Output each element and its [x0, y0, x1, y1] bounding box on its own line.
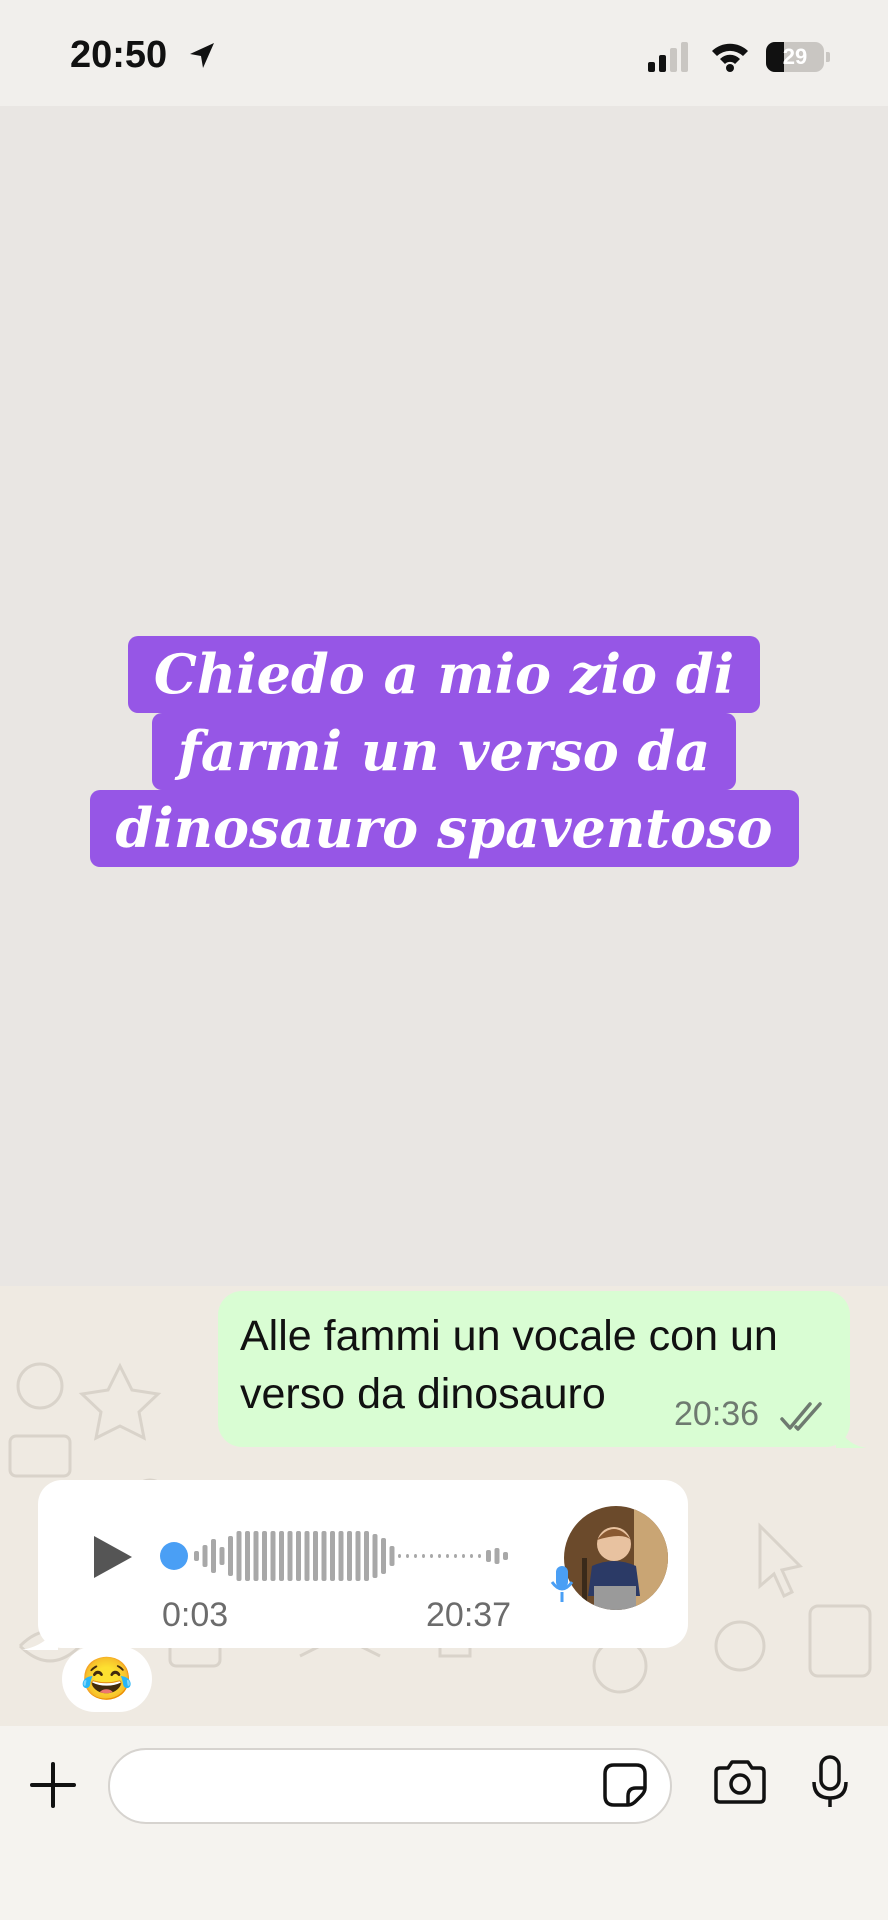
- outgoing-message-time: 20:36: [674, 1395, 760, 1433]
- waveform-bar: [296, 1531, 301, 1581]
- sticker-icon[interactable]: [602, 1762, 648, 1808]
- waveform-bar: [414, 1554, 417, 1558]
- waveform-bar: [245, 1531, 250, 1581]
- waveform-bar: [313, 1531, 318, 1581]
- overlay-caption: Chiedo a mio zio di farmi un verso da di…: [0, 636, 888, 867]
- waveform-bar: [398, 1554, 401, 1558]
- incoming-voice-message[interactable]: 0:03 20:37: [38, 1480, 688, 1648]
- waveform-bar: [422, 1554, 425, 1558]
- waveform-bar: [438, 1554, 441, 1558]
- message-input[interactable]: [108, 1748, 672, 1824]
- waveform-bar: [347, 1531, 352, 1581]
- waveform-bar: [304, 1531, 310, 1581]
- avatar[interactable]: [564, 1506, 668, 1610]
- waveform-bar: [503, 1552, 508, 1560]
- outgoing-message[interactable]: Alle fammi un vocale con un verso da din…: [218, 1291, 850, 1447]
- waveform-bar: [211, 1539, 216, 1573]
- voice-progress-knob: [160, 1542, 188, 1570]
- battery-icon: 29: [766, 42, 824, 72]
- waveform-bar: [470, 1554, 473, 1558]
- waveform-bar: [446, 1554, 449, 1558]
- waveform-bar: [338, 1531, 344, 1581]
- waveform-bar: [364, 1531, 369, 1581]
- waveform-bar: [462, 1554, 465, 1558]
- microphone-icon[interactable]: [810, 1754, 850, 1810]
- waveform-bar: [372, 1534, 378, 1578]
- waveform-bar: [194, 1551, 199, 1561]
- status-bar: 20:50 29: [0, 0, 888, 106]
- waveform-bar: [228, 1536, 233, 1576]
- double-check-icon: [780, 1402, 822, 1431]
- signal-icon: [648, 42, 688, 72]
- waveform-bar: [236, 1531, 242, 1581]
- waveform-bar: [202, 1545, 208, 1567]
- waveform-bar: [478, 1554, 481, 1558]
- microphone-icon: [550, 1566, 574, 1602]
- camera-icon[interactable]: [712, 1758, 768, 1806]
- waveform-bar: [486, 1550, 491, 1562]
- waveform-bar: [454, 1554, 457, 1558]
- waveform-bar: [494, 1548, 500, 1564]
- play-icon[interactable]: [90, 1532, 136, 1582]
- waveform-bar: [279, 1531, 284, 1581]
- waveform-bar: [287, 1531, 293, 1581]
- wifi-icon: [712, 43, 748, 72]
- waveform-bar: [381, 1538, 386, 1574]
- outgoing-message-line-1: Alle fammi un vocale con un: [240, 1312, 778, 1360]
- message-reaction[interactable]: 😂: [62, 1646, 152, 1712]
- status-time: 20:50: [70, 34, 168, 76]
- battery-level: 29: [782, 44, 808, 69]
- voice-message-time: 20:37: [426, 1596, 512, 1634]
- voice-duration: 0:03: [162, 1596, 229, 1634]
- voice-waveform[interactable]: [158, 1526, 558, 1586]
- plus-icon[interactable]: [28, 1760, 78, 1810]
- waveform-bar: [219, 1547, 225, 1565]
- waveform-bar: [321, 1531, 327, 1581]
- caption-line-2: farmi un verso da: [151, 713, 737, 790]
- location-arrow-icon: [190, 43, 214, 68]
- waveform-bar: [389, 1546, 395, 1566]
- waveform-bar: [430, 1554, 433, 1558]
- caption-line-1: Chiedo a mio zio di: [127, 636, 761, 713]
- waveform-bar: [253, 1531, 259, 1581]
- waveform-bar: [330, 1531, 335, 1581]
- caption-line-3: dinosauro spaventoso: [89, 790, 799, 867]
- waveform-bar: [406, 1554, 409, 1558]
- waveform-bar: [270, 1531, 276, 1581]
- waveform-bar: [262, 1531, 267, 1581]
- waveform-bar: [355, 1531, 361, 1581]
